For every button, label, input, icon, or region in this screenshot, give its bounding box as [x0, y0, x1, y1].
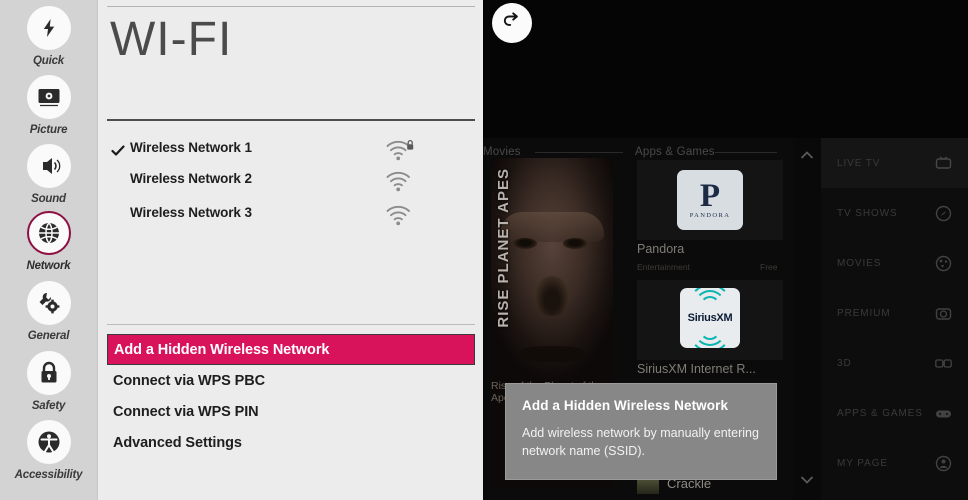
wrench-gear-icon	[26, 281, 71, 325]
option-add-hidden-network[interactable]: Add a Hidden Wireless Network	[107, 334, 475, 365]
option-label: Connect via WPS PBC	[113, 372, 265, 389]
wifi-icon	[385, 203, 417, 229]
option-label: Connect via WPS PIN	[113, 403, 259, 420]
checkmark-icon	[111, 144, 125, 158]
glasses-3d-icon	[935, 355, 952, 372]
panel-middle-divider	[107, 324, 475, 325]
sidebar-item-sound[interactable]: Sound	[0, 144, 97, 205]
menu-item-label: PREMIUM	[837, 307, 891, 319]
tv-top-bar	[483, 0, 968, 138]
app-card-siriusxm[interactable]: SiriusXM	[637, 280, 783, 360]
settings-sidebar: Quick Picture Sound Network General Safe…	[0, 0, 97, 500]
pandora-logo-word: PANDORA	[689, 211, 731, 219]
tooltip-title: Add a Hidden Wireless Network	[522, 398, 729, 413]
app-price-pandora: Free	[760, 262, 778, 272]
sidebar-item-safety[interactable]: Safety	[0, 351, 97, 412]
panel-top-divider	[107, 6, 475, 7]
app-name-siriusxm: SiriusXM Internet R...	[637, 362, 756, 376]
menu-item-label: MY PAGE	[837, 457, 888, 469]
tooltip-popup: Add a Hidden Wireless Network Add wirele…	[505, 383, 777, 480]
apps-heading: Apps & Games	[635, 146, 715, 158]
option-connect-wps-pin[interactable]: Connect via WPS PIN	[107, 396, 475, 427]
sidebar-item-general[interactable]: General	[0, 281, 97, 342]
poster-title-text: RISE PLANET APES	[495, 168, 512, 328]
wifi-icon	[385, 169, 417, 195]
gamepad-icon	[935, 405, 952, 422]
pandora-logo: P PANDORA	[677, 170, 743, 230]
app-card-pandora[interactable]: P PANDORA	[637, 160, 783, 240]
network-name: Wireless Network 2	[130, 171, 252, 186]
menu-item-apps-games[interactable]: APPS & GAMES	[821, 388, 968, 438]
network-name: Wireless Network 1	[130, 140, 252, 155]
padlock-icon	[26, 351, 71, 395]
apps-heading-rule	[715, 152, 777, 153]
tooltip-body: Add wireless network by manually enterin…	[522, 426, 759, 459]
movies-heading-rule	[535, 152, 623, 153]
sidebar-item-label: Safety	[31, 400, 66, 412]
poster-art-mouth	[519, 346, 585, 362]
menu-item-label: TV SHOWS	[837, 207, 898, 219]
menu-item-my-page[interactable]: MY PAGE	[821, 438, 968, 488]
lightning-bolt-icon	[26, 6, 71, 50]
option-connect-wps-pbc[interactable]: Connect via WPS PBC	[107, 365, 475, 396]
menu-item-3d[interactable]: 3D	[821, 338, 968, 388]
network-name: Wireless Network 3	[130, 205, 252, 220]
page-title: WI-FI	[110, 13, 233, 66]
sidebar-item-label: Quick	[33, 55, 64, 67]
compass-icon	[935, 205, 952, 222]
menu-item-label: 3D	[837, 357, 852, 369]
menu-item-label: MOVIES	[837, 257, 882, 269]
sidebar-item-quick[interactable]: Quick	[0, 6, 97, 67]
picture-screen-icon	[26, 75, 71, 119]
menu-item-tv-shows[interactable]: TV SHOWS	[821, 188, 968, 238]
menu-item-label: LIVE TV	[837, 157, 881, 169]
back-arrow-icon	[500, 9, 524, 38]
person-icon	[935, 455, 952, 472]
back-button[interactable]	[492, 3, 532, 43]
pandora-logo-letter: P	[699, 178, 721, 215]
globe-network-icon	[26, 211, 71, 255]
poster-art-nose	[535, 276, 569, 316]
wifi-settings-panel: WI-FI Wireless Network 1 Wireless Networ…	[97, 0, 483, 500]
accessibility-icon	[26, 420, 71, 464]
option-label: Add a Hidden Wireless Network	[114, 341, 330, 358]
sidebar-item-accessibility[interactable]: Accessibility	[0, 420, 97, 481]
camera-icon	[935, 305, 952, 322]
wifi-lock-icon	[385, 138, 417, 164]
poster-art-brow	[500, 212, 604, 242]
sidebar-item-label: Network	[26, 260, 71, 272]
sidebar-item-label: Picture	[29, 124, 68, 136]
menu-item-live-tv[interactable]: LIVE TV	[821, 138, 968, 188]
menu-item-premium[interactable]: PREMIUM	[821, 288, 968, 338]
chevron-up-icon[interactable]	[800, 148, 815, 163]
network-row-2[interactable]: Wireless Network 2	[98, 169, 484, 203]
menu-item-label: APPS & GAMES	[837, 407, 923, 419]
siriusxm-logo-word: SiriusXM	[687, 312, 733, 324]
sidebar-item-label: Accessibility	[14, 469, 83, 481]
apps-scrollbar[interactable]	[793, 138, 821, 500]
app-name-pandora: Pandora	[637, 242, 685, 256]
sidebar-item-label: Sound	[31, 193, 66, 205]
movies-heading: Movies	[483, 146, 521, 158]
chevron-down-icon[interactable]	[800, 472, 815, 487]
crackle-logo	[637, 479, 659, 494]
sidebar-item-picture[interactable]: Picture	[0, 75, 97, 136]
settings-overlay: Quick Picture Sound Network General Safe…	[0, 0, 483, 500]
menu-item-movies[interactable]: MOVIES	[821, 238, 968, 288]
app-category-pandora: Entertainment	[637, 262, 690, 272]
siriusxm-logo: SiriusXM	[680, 288, 740, 348]
network-row-1[interactable]: Wireless Network 1	[98, 138, 484, 172]
network-row-3[interactable]: Wireless Network 3	[98, 203, 484, 237]
tv-main-menu: LIVE TV TV SHOWS MOVIES PREMIUM 3D APPS …	[821, 138, 968, 500]
sidebar-item-network[interactable]: Network	[0, 211, 97, 272]
sound-speaker-icon	[26, 144, 71, 188]
poster-art-eye-right	[563, 238, 587, 249]
option-advanced-settings[interactable]: Advanced Settings	[107, 427, 475, 458]
film-reel-icon	[935, 255, 952, 272]
tv-icon	[935, 155, 952, 172]
poster-art-eye-left	[513, 238, 537, 249]
sidebar-item-label: General	[27, 330, 70, 342]
panel-title-divider	[107, 119, 475, 121]
option-label: Advanced Settings	[113, 434, 242, 451]
